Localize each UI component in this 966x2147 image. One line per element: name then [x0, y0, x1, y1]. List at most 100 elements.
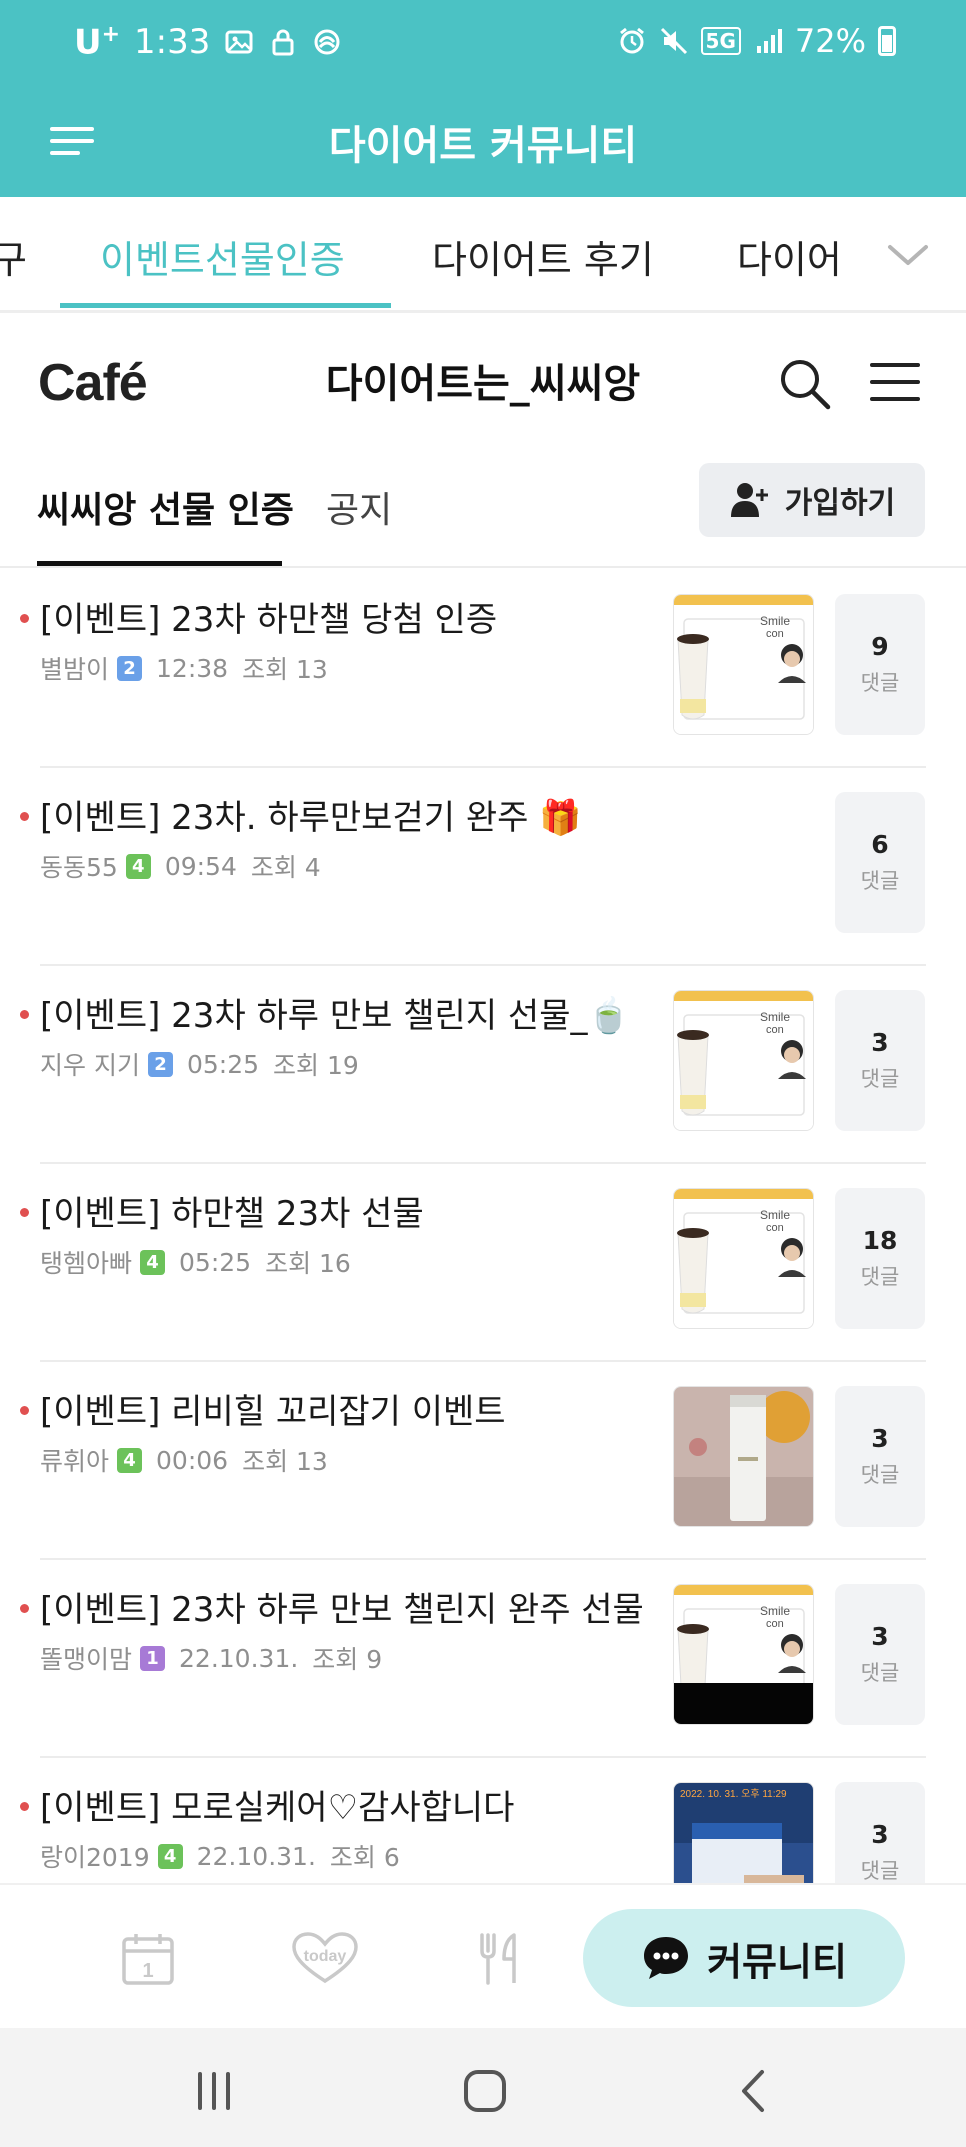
- svg-text:today: today: [304, 1948, 347, 1965]
- sub-tab-bar: 씨씨앙 선물 인증 공지 가입하기: [0, 453, 966, 568]
- search-icon[interactable]: [776, 355, 832, 411]
- post-author[interactable]: 별밤이: [40, 650, 109, 686]
- network-label: 5G: [700, 27, 741, 55]
- recent-apps-icon[interactable]: [190, 2066, 240, 2116]
- new-post-dot: [20, 1208, 29, 1217]
- today-icon[interactable]: today: [290, 1931, 360, 1987]
- post-meta: 탱헴아빠 4 05:25 조회 16: [40, 1244, 351, 1280]
- tab-notice[interactable]: 공지: [326, 481, 392, 533]
- comment-count-button[interactable]: 3 댓글: [835, 1386, 925, 1527]
- system-nav-bar: [0, 2028, 966, 2147]
- community-label: 커뮤니티: [707, 1939, 847, 1984]
- post-time: 05:25: [179, 1247, 252, 1277]
- smile-text: Smile: [760, 1208, 790, 1222]
- post-thumbnail[interactable]: Smile con: [673, 1188, 814, 1329]
- post-thumbnail[interactable]: Smile con: [673, 1584, 814, 1725]
- post-thumbnail[interactable]: [673, 1386, 814, 1527]
- tab-board-prev[interactable]: 구: [0, 229, 27, 284]
- post-row[interactable]: [이벤트] 하만챌 23차 선물 탱헴아빠 4 05:25 조회 16 Smil…: [0, 1164, 966, 1362]
- join-button[interactable]: 가입하기: [699, 463, 925, 537]
- photo-timestamp: 2022. 10. 31. 오후 11:29: [680, 1788, 787, 1800]
- post-meta: 별밤이 2 12:38 조회 13: [40, 650, 328, 686]
- member-level-badge: 2: [117, 655, 143, 681]
- smile-text: Smile: [760, 614, 790, 628]
- home-icon[interactable]: [460, 2066, 510, 2116]
- post-row[interactable]: [이벤트] 23차 하만챌 당첨 인증 별밤이 2 12:38 조회 13 Sm…: [0, 570, 966, 768]
- cafe-header: Café 다이어트는_씨씨앙: [0, 313, 966, 453]
- member-level-badge: 1: [140, 1645, 166, 1671]
- sync-icon: [314, 29, 340, 55]
- post-title[interactable]: [이벤트] 하만챌 23차 선물: [40, 1186, 424, 1235]
- comment-count-button[interactable]: 3 댓글: [835, 990, 925, 1131]
- clock: 1:33: [134, 22, 211, 63]
- add-user-icon: [730, 483, 768, 517]
- post-thumbnail: Smile con: [674, 991, 813, 1130]
- chevron-down-icon[interactable]: [884, 231, 932, 279]
- post-views: 조회 6: [329, 1843, 400, 1872]
- comment-count-button[interactable]: 18 댓글: [835, 1188, 925, 1329]
- join-label: 가입하기: [784, 486, 896, 521]
- post-author[interactable]: 지우 지기: [40, 1046, 140, 1082]
- food-icon[interactable]: [470, 1931, 530, 1987]
- cafe-menu-icon[interactable]: [868, 357, 922, 407]
- con-text: con: [766, 1222, 784, 1234]
- member-level-badge: 4: [140, 1249, 166, 1275]
- tab-event-gift[interactable]: 이벤트선물인증: [100, 229, 345, 284]
- post-row[interactable]: [이벤트] 23차 하루 만보 챌린지 완주 선물 똘맹이맘 1 22.10.3…: [0, 1560, 966, 1758]
- comment-count: 3: [871, 1622, 889, 1651]
- comment-count-button[interactable]: 6 댓글: [835, 792, 925, 933]
- post-row[interactable]: [이벤트] 23차. 하루만보걷기 완주 🎁 동동55 4 09:54 조회 4…: [0, 768, 966, 966]
- post-thumbnail[interactable]: Smile con: [673, 990, 814, 1131]
- smile-text: Smile: [760, 1010, 790, 1024]
- post-title[interactable]: [이벤트] 리비힐 꼬리잡기 이벤트: [40, 1384, 506, 1433]
- post-meta: 류휘아 4 00:06 조회 13: [40, 1442, 328, 1478]
- post-time: 22.10.31.: [196, 1841, 316, 1871]
- new-post-dot: [20, 1406, 29, 1415]
- post-title[interactable]: [이벤트] 23차 하루 만보 챌린지 완주 선물: [40, 1582, 644, 1631]
- comment-label: 댓글: [860, 1067, 900, 1091]
- post-author[interactable]: 탱헴아빠: [40, 1244, 132, 1280]
- comment-count: 3: [871, 1820, 889, 1849]
- post-views: 조회 9: [312, 1645, 383, 1674]
- post-author[interactable]: 동동55: [40, 848, 118, 884]
- post-row[interactable]: [이벤트] 23차 하루 만보 챌린지 선물_🍵 지우 지기 2 05:25 조…: [0, 966, 966, 1164]
- bottom-nav: 1 today 커뮤니티: [0, 1883, 966, 2028]
- alarm-icon: [619, 27, 644, 54]
- con-text: con: [766, 1618, 784, 1630]
- tab-diet-review[interactable]: 다이어트 후기: [432, 229, 654, 284]
- app-title: 다이어트 커뮤니티: [328, 123, 638, 169]
- app-bar: 다이어트 커뮤니티: [0, 95, 966, 195]
- post-author[interactable]: 똘맹이맘: [40, 1640, 132, 1676]
- post-time: 09:54: [164, 851, 237, 881]
- post-title[interactable]: [이벤트] 모로실케어♡감사합니다: [40, 1780, 514, 1829]
- battery-label: 72%: [794, 22, 866, 60]
- active-tab-indicator: [60, 303, 391, 308]
- tab-diet-more[interactable]: 다이어: [737, 229, 842, 284]
- post-title[interactable]: [이벤트] 23차. 하루만보걷기 완주 🎁: [40, 790, 582, 839]
- member-level-badge: 4: [117, 1447, 143, 1473]
- post-title[interactable]: [이벤트] 23차 하만챌 당첨 인증: [40, 592, 497, 641]
- community-button[interactable]: 커뮤니티: [583, 1909, 905, 2007]
- tab-gift-proof[interactable]: 씨씨앙 선물 인증: [37, 481, 294, 533]
- comment-label: 댓글: [860, 1661, 900, 1685]
- app-header: U+ 1:33 5G 72% 다이어트 커뮤니티: [0, 0, 966, 197]
- carrier-label: U+: [74, 22, 121, 63]
- post-meta: 지우 지기 2 05:25 조회 19: [40, 1046, 359, 1082]
- post-row[interactable]: [이벤트] 리비힐 꼬리잡기 이벤트 류휘아 4 00:06 조회 13 3 댓…: [0, 1362, 966, 1560]
- post-thumbnail: Smile con: [674, 1585, 813, 1724]
- new-post-dot: [20, 1802, 29, 1811]
- board-tab-bar: 구 이벤트선물인증 다이어트 후기 다이어: [0, 197, 966, 313]
- comment-count-button[interactable]: 3 댓글: [835, 1584, 925, 1725]
- post-thumbnail: [674, 1387, 813, 1526]
- comment-count-button[interactable]: 9 댓글: [835, 594, 925, 735]
- comment-label: 댓글: [860, 869, 900, 893]
- post-views: 조회 19: [273, 1051, 359, 1080]
- post-author[interactable]: 랑이2019: [40, 1838, 150, 1874]
- post-title[interactable]: [이벤트] 23차 하루 만보 챌린지 선물_🍵: [40, 988, 630, 1037]
- comment-label: 댓글: [860, 1463, 900, 1487]
- back-icon[interactable]: [730, 2066, 780, 2116]
- calendar-icon[interactable]: 1: [118, 1931, 178, 1987]
- post-author[interactable]: 류휘아: [40, 1442, 109, 1478]
- post-thumbnail[interactable]: Smile con: [673, 594, 814, 735]
- member-level-badge: 2: [147, 1051, 173, 1077]
